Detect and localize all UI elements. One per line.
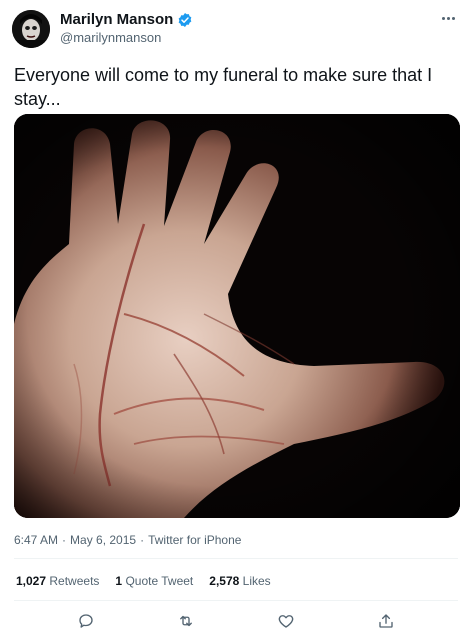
author-name-row: Marilyn Manson xyxy=(60,11,193,28)
retweets-stat[interactable]: 1,027 Retweets xyxy=(16,574,99,588)
tweet-date[interactable]: May 6, 2015 xyxy=(70,533,136,547)
quotes-label: Quote Tweet xyxy=(125,574,194,588)
tweet-source[interactable]: Twitter for iPhone xyxy=(148,533,241,547)
meta-separator: · xyxy=(140,533,145,547)
verified-badge-icon xyxy=(177,12,193,28)
tweet-meta: 6:47 AM · May 6, 2015 · Twitter for iPho… xyxy=(14,533,241,547)
likes-label: Likes xyxy=(242,574,271,588)
retweet-icon[interactable] xyxy=(175,610,197,632)
divider xyxy=(14,558,458,559)
divider xyxy=(14,600,458,601)
engagement-stats: 1,027 Retweets 1 Quote Tweet 2,578 Likes xyxy=(16,574,271,588)
avatar[interactable] xyxy=(12,10,50,48)
share-icon[interactable] xyxy=(375,610,397,632)
tweet-photo[interactable] xyxy=(14,114,460,518)
retweets-count: 1,027 xyxy=(16,574,47,588)
heart-icon[interactable] xyxy=(275,610,297,632)
quotes-count: 1 xyxy=(115,574,123,588)
likes-count: 2,578 xyxy=(209,574,240,588)
tweet-time[interactable]: 6:47 AM xyxy=(14,533,58,547)
tweet: Marilyn Manson @marilynmanson Everyone w… xyxy=(0,0,472,640)
reply-icon[interactable] xyxy=(75,610,97,632)
tweet-text: Everyone will come to my funeral to make… xyxy=(14,65,433,109)
handle[interactable]: @marilynmanson xyxy=(60,30,161,45)
meta-separator: · xyxy=(62,533,67,547)
action-bar xyxy=(0,610,472,632)
retweets-label: Retweets xyxy=(49,574,100,588)
likes-stat[interactable]: 2,578 Likes xyxy=(209,574,270,588)
more-icon[interactable] xyxy=(438,10,458,26)
display-name[interactable]: Marilyn Manson xyxy=(60,11,173,28)
quotes-stat[interactable]: 1 Quote Tweet xyxy=(115,574,193,588)
